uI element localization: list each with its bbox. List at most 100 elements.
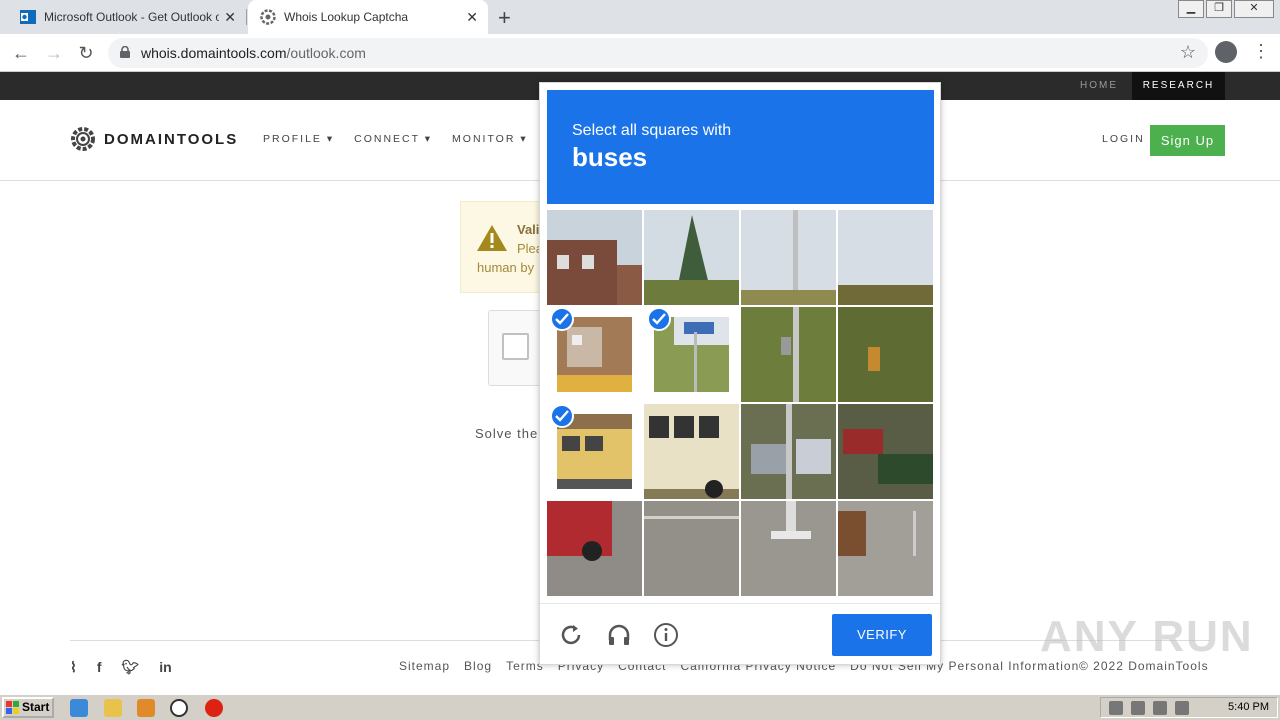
media-player-icon[interactable] <box>137 699 155 717</box>
tab-title: Microsoft Outlook - Get Outlook on y <box>44 10 219 24</box>
selected-check-icon <box>550 307 574 331</box>
footer-link-blog[interactable]: Blog <box>464 659 492 673</box>
grid-cell[interactable] <box>838 307 933 402</box>
cell-image <box>547 210 642 305</box>
back-icon[interactable]: ← <box>10 42 32 64</box>
solve-instruction: Solve the <box>475 426 539 441</box>
research-link[interactable]: RESEARCH <box>1132 72 1225 100</box>
signup-button[interactable]: Sign Up <box>1150 125 1225 156</box>
tab-title: Whois Lookup Captcha <box>284 10 409 24</box>
tab-divider <box>246 9 247 25</box>
grid-cell[interactable] <box>741 404 836 499</box>
facebook-icon[interactable]: f <box>97 659 102 676</box>
outlook-icon <box>20 10 36 24</box>
grid-cell[interactable] <box>838 501 933 596</box>
warning-icon <box>477 225 507 251</box>
windows-logo-icon <box>6 701 19 714</box>
clock: 5:40 PM <box>1228 701 1269 713</box>
nav-monitor[interactable]: MONITOR ▾ <box>452 133 528 145</box>
linkedin-icon[interactable]: in <box>159 659 171 676</box>
url-text: whois.domaintools.com/outlook.com <box>141 45 366 61</box>
gear-logo-icon <box>71 127 95 151</box>
opera-icon[interactable] <box>205 699 223 717</box>
url-field[interactable]: whois.domaintools.com/outlook.com ☆ <box>108 38 1208 68</box>
nav-profile[interactable]: PROFILE ▾ <box>263 133 334 145</box>
address-bar-row: ← → ↻ whois.domaintools.com/outlook.com … <box>0 34 1280 72</box>
explorer-icon[interactable] <box>104 699 122 717</box>
close-tab-icon[interactable]: ✕ <box>466 9 478 26</box>
ie-icon[interactable] <box>70 699 88 717</box>
window-controls: ▁ ❐ ✕ <box>1176 0 1274 18</box>
cell-image <box>644 210 739 305</box>
system-tray: 5:40 PM <box>1100 697 1278 718</box>
captcha-checkbox[interactable] <box>502 333 529 360</box>
tab-outlook[interactable]: Microsoft Outlook - Get Outlook on y ✕ <box>0 0 246 34</box>
forward-icon[interactable]: → <box>43 42 65 64</box>
grid-cell[interactable] <box>547 210 642 305</box>
cell-image <box>741 404 836 499</box>
reload-icon[interactable]: ↻ <box>75 42 97 64</box>
grid-cell[interactable] <box>838 210 933 305</box>
network-icon[interactable] <box>1153 701 1167 715</box>
close-tab-icon[interactable]: ✕ <box>224 9 236 26</box>
restore-button[interactable]: ❐ <box>1206 0 1232 18</box>
prompt-instruction: Select all squares with <box>572 122 732 139</box>
domaintools-favicon <box>260 9 276 25</box>
browser-menu-icon[interactable]: ⋮ <box>1252 41 1270 62</box>
cell-image <box>547 501 642 596</box>
minimize-button[interactable]: ▁ <box>1178 0 1204 18</box>
anyrun-watermark: ANY RUN <box>1040 612 1254 661</box>
home-link[interactable]: HOME <box>1080 80 1118 91</box>
rss-icon[interactable]: ⌇ <box>70 659 77 676</box>
grid-cell[interactable] <box>644 210 739 305</box>
close-window-button[interactable]: ✕ <box>1234 0 1274 18</box>
cell-image <box>838 501 933 596</box>
nav-connect[interactable]: CONNECT ▾ <box>354 133 432 145</box>
brand-name: DOMAINTOOLS <box>104 130 239 148</box>
cell-image <box>644 404 739 499</box>
grid-cell[interactable] <box>644 404 739 499</box>
start-label: Start <box>22 700 50 714</box>
verify-button[interactable]: VERIFY <box>832 614 932 656</box>
cell-image <box>644 501 739 596</box>
grid-cell[interactable] <box>741 501 836 596</box>
url-host: whois.domaintools.com <box>141 45 287 61</box>
grid-cell[interactable] <box>547 501 642 596</box>
cell-image <box>838 307 933 402</box>
audio-icon[interactable] <box>606 622 632 648</box>
warning-title: Vali <box>517 222 540 237</box>
footer-link-sitemap[interactable]: Sitemap <box>399 659 450 673</box>
cell-image <box>741 210 836 305</box>
action-center-flag-icon[interactable] <box>1175 701 1189 715</box>
main-nav: PROFILE ▾ CONNECT ▾ MONITOR ▾ SU <box>263 133 586 145</box>
cell-image <box>838 210 933 305</box>
cell-image <box>741 307 836 402</box>
image-grid <box>547 210 934 597</box>
selected-check-icon <box>647 307 671 331</box>
challenge-footer: VERIFY <box>540 603 940 665</box>
grid-cell[interactable] <box>741 307 836 402</box>
domaintools-logo[interactable]: DOMAINTOOLS <box>70 126 238 152</box>
chrome-icon[interactable] <box>170 699 188 717</box>
login-link[interactable]: LOGIN <box>1102 133 1145 145</box>
warning-text-2: human by <box>477 260 535 275</box>
social-links: ⌇ f 🐦︎ in <box>70 659 192 676</box>
refresh-icon[interactable] <box>558 622 584 648</box>
tab-whois-captcha[interactable]: Whois Lookup Captcha ✕ <box>248 0 488 34</box>
bookmark-star-icon[interactable]: ☆ <box>1180 42 1196 63</box>
prompt-target: buses <box>572 142 648 172</box>
profile-avatar-icon[interactable] <box>1215 41 1237 63</box>
start-button[interactable]: Start <box>2 697 54 718</box>
grid-cell[interactable] <box>838 404 933 499</box>
twitter-icon[interactable]: 🐦︎ <box>122 659 140 676</box>
cell-image <box>741 501 836 596</box>
grid-cell[interactable] <box>741 210 836 305</box>
new-tab-button[interactable]: + <box>498 5 511 31</box>
info-icon[interactable] <box>653 622 679 648</box>
captcha-challenge: Select all squares with buses VERIFY <box>539 82 941 665</box>
volume-icon[interactable] <box>1131 701 1145 715</box>
lock-icon <box>120 46 130 58</box>
tray-arrow-icon[interactable] <box>1109 701 1123 715</box>
grid-cell[interactable] <box>644 501 739 596</box>
taskbar: Start 5:40 PM <box>0 694 1280 720</box>
